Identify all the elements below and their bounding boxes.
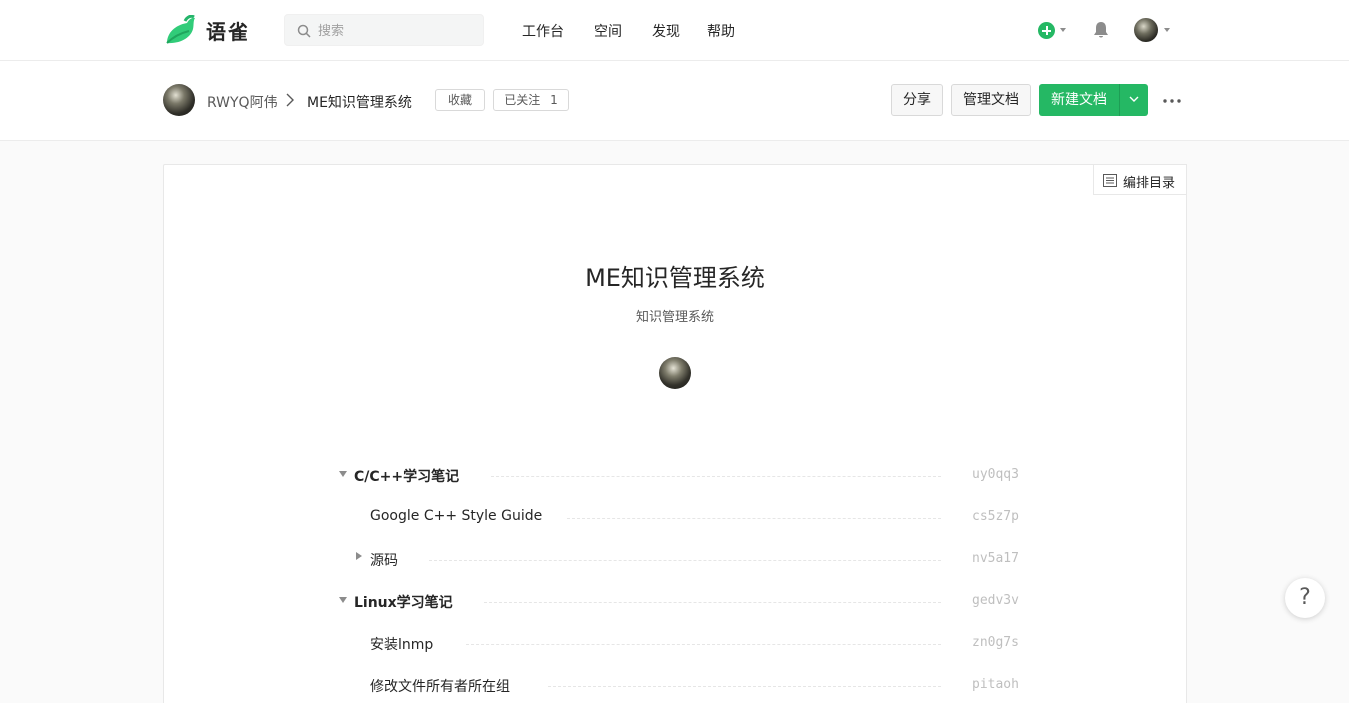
toc-item-label[interactable]: Linux学习笔记 xyxy=(354,592,453,612)
toc-item-slug: nv5a17 xyxy=(972,551,1019,566)
plus-icon[interactable] xyxy=(1038,22,1055,39)
new-doc-button[interactable]: 新建文档 xyxy=(1039,84,1119,116)
chevron-down-icon xyxy=(1129,96,1139,102)
toc-item-label[interactable]: C/C++学习笔记 xyxy=(354,466,459,486)
toc-divider xyxy=(466,644,941,645)
repo-header: RWYQ阿伟 ME知识管理系统 收藏 已关注 1 分享 管理文档 新建文档 xyxy=(0,61,1349,141)
toc-item-slug: zn0g7s xyxy=(972,635,1019,650)
toc-item[interactable]: 源码 nv5a17 xyxy=(164,547,1186,571)
caret-down-icon[interactable] xyxy=(339,471,347,477)
edit-toc-button[interactable]: 编排目录 xyxy=(1093,164,1187,195)
toc-item[interactable]: Google C++ Style Guide cs5z7p xyxy=(164,505,1186,529)
search-icon xyxy=(297,24,311,38)
toc-divider xyxy=(567,518,941,519)
nav-help[interactable]: 帮助 xyxy=(707,21,735,41)
top-nav: 语雀 工作台 空间 发现 帮助 xyxy=(0,0,1349,61)
favorite-button[interactable]: 收藏 xyxy=(435,89,485,111)
logo-icon[interactable] xyxy=(163,15,197,45)
bell-icon[interactable] xyxy=(1093,21,1109,39)
member-avatar[interactable] xyxy=(659,357,691,389)
more-icon[interactable] xyxy=(1163,99,1181,103)
toc-item-label[interactable]: 安装lnmp xyxy=(370,634,433,654)
toc-item[interactable]: 修改文件所有者所在组 pitaoh xyxy=(164,673,1186,697)
breadcrumb-owner[interactable]: RWYQ阿伟 xyxy=(207,92,278,112)
help-button[interactable]: ? xyxy=(1285,578,1325,618)
list-icon xyxy=(1103,174,1117,187)
caret-right-icon[interactable] xyxy=(356,552,362,560)
toc-item-label[interactable]: 修改文件所有者所在组 xyxy=(370,676,510,696)
brand-name[interactable]: 语雀 xyxy=(206,16,250,45)
owner-avatar[interactable] xyxy=(163,84,195,116)
chevron-down-icon[interactable] xyxy=(1060,28,1066,32)
caret-down-icon[interactable] xyxy=(339,597,347,603)
toc-item-slug: gedv3v xyxy=(972,593,1019,608)
toc-item[interactable]: 安装lnmp zn0g7s xyxy=(164,631,1186,655)
chevron-down-icon[interactable] xyxy=(1164,28,1170,32)
repo-title: ME知识管理系统 xyxy=(585,264,765,292)
new-doc-dropdown-button[interactable] xyxy=(1119,84,1148,116)
toc-item-slug: cs5z7p xyxy=(972,509,1019,524)
toc-divider xyxy=(484,602,941,603)
follow-count: 1 xyxy=(550,93,558,107)
toc-item-slug: uy0qq3 xyxy=(972,467,1019,482)
manage-docs-button[interactable]: 管理文档 xyxy=(951,84,1031,116)
share-button[interactable]: 分享 xyxy=(891,84,943,116)
nav-space[interactable]: 空间 xyxy=(594,21,622,41)
toc-item[interactable]: C/C++学习笔记 uy0qq3 xyxy=(164,463,1186,487)
chevron-right-icon xyxy=(286,93,294,107)
breadcrumb-repo[interactable]: ME知识管理系统 xyxy=(307,92,412,112)
toc-divider xyxy=(429,560,941,561)
search-input[interactable] xyxy=(318,21,468,41)
toc-item[interactable]: Linux学习笔记 gedv3v xyxy=(164,589,1186,613)
follow-label: 已关注 xyxy=(504,93,541,107)
toc-divider xyxy=(491,476,941,477)
nav-workbench[interactable]: 工作台 xyxy=(522,21,564,41)
edit-toc-label: 编排目录 xyxy=(1123,176,1176,191)
search-box[interactable] xyxy=(284,14,484,46)
follow-button[interactable]: 已关注 1 xyxy=(493,89,569,111)
nav-discover[interactable]: 发现 xyxy=(652,21,680,41)
repo-description: 知识管理系统 xyxy=(635,310,714,325)
toc-item-label[interactable]: 源码 xyxy=(370,550,398,570)
user-avatar[interactable] xyxy=(1134,18,1158,42)
toc-item-label[interactable]: Google C++ Style Guide xyxy=(370,508,542,524)
repo-home-card: 编排目录 ME知识管理系统 知识管理系统 C/C++学习笔记 uy0qq3 Go… xyxy=(163,164,1187,703)
toc-item-slug: pitaoh xyxy=(972,677,1019,692)
toc-divider xyxy=(548,686,941,687)
